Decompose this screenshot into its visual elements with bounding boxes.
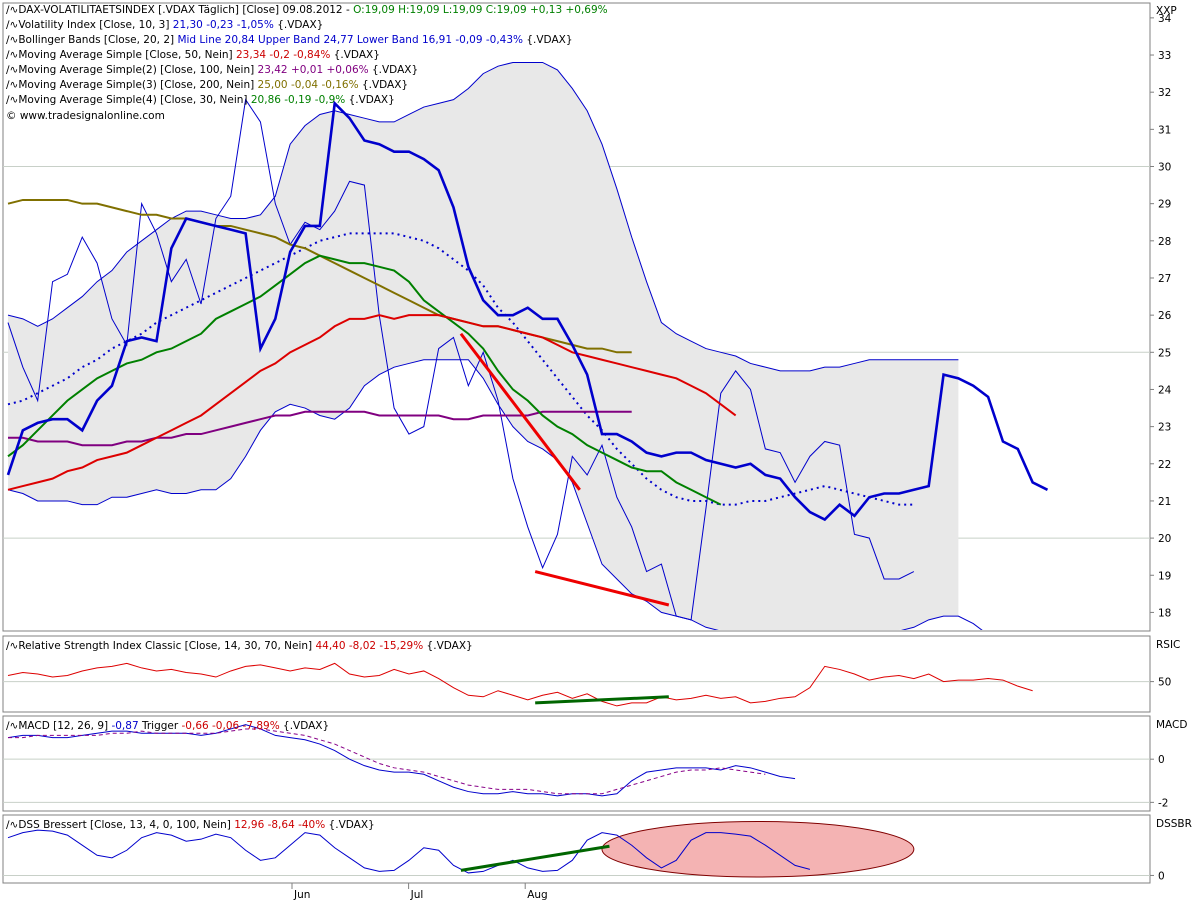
chart-svg: 1819202122232425262728293031323334500-20… xyxy=(0,0,1200,900)
macd-legend: ∕∿MACD [12, 26, 9] -0,87 Trigger -0,66 -… xyxy=(6,720,329,732)
tick-label: 25 xyxy=(1158,347,1171,359)
tick-label: 23 xyxy=(1158,422,1171,434)
legend-header-ohlc: O:19,09 H:19,09 L:19,09 C:19,09 +0,13 +0… xyxy=(353,4,608,16)
tick-label: 32 xyxy=(1158,87,1171,99)
legend-value: 21,30 -0,23 -1,05% xyxy=(173,19,274,31)
x-axis: Jun Jul Aug xyxy=(3,883,1150,900)
dss-legend-value: 12,96 -8,64 -40% xyxy=(234,819,325,831)
x-tick-label: Jul xyxy=(410,889,424,900)
legend-value: Mid Line 20,84 Upper Band 24,77 Lower Ba… xyxy=(177,34,523,46)
tick-label: 30 xyxy=(1158,162,1171,174)
dss-legend: ∕∿DSS Bressert [Close, 13, 4, 0, 100, Ne… xyxy=(6,819,375,831)
legend-suffix: {.VDAX} xyxy=(523,34,573,46)
legend-row: ∕∿Moving Average Simple(3) [Close, 200, … xyxy=(6,79,408,91)
tick-label: 22 xyxy=(1158,459,1171,471)
tick-label: 24 xyxy=(1158,384,1172,396)
legend-label: Moving Average Simple(2) [Close, 100, Ne… xyxy=(18,64,257,76)
tick-label: 21 xyxy=(1158,496,1171,508)
legend-label: Volatility Index [Close, 10, 3] xyxy=(18,19,172,31)
rsi-legend-value: 44,40 -8,02 -15,29% xyxy=(315,640,423,652)
tick-label: 50 xyxy=(1158,677,1171,689)
macd-legend-suffix: {.VDAX} xyxy=(280,720,330,732)
macd-legend-label: MACD [12, 26, 9] xyxy=(18,720,111,732)
legend-suffix: {.VDAX} xyxy=(274,19,324,31)
x-tick-label: Jun xyxy=(293,889,310,900)
legend-value: 23,42 +0,01 +0,06% xyxy=(258,64,369,76)
tick-label: 28 xyxy=(1158,236,1171,248)
legend-label: Moving Average Simple(4) [Close, 30, Nei… xyxy=(18,94,251,106)
highlight-ellipse xyxy=(602,822,914,877)
dss-panel-label: DSSBR xyxy=(1156,818,1192,830)
tick-label: -2 xyxy=(1158,797,1168,809)
tick-label: 18 xyxy=(1158,607,1171,619)
legend-label: Moving Average Simple(3) [Close, 200, Ne… xyxy=(18,79,257,91)
rsi-legend: ∕∿Relative Strength Index Classic [Close… xyxy=(6,640,473,652)
legend-value: 25,00 -0,04 -0,16% xyxy=(258,79,359,91)
price-panel-label: XXP xyxy=(1156,5,1177,17)
legend-icon: ∕∿ xyxy=(6,19,18,31)
legend-value: 23,34 -0,2 -0,84% xyxy=(236,49,330,61)
rsi-legend-suffix: {.VDAX} xyxy=(423,640,473,652)
legend-row: ∕∿Moving Average Simple [Close, 50, Nein… xyxy=(6,49,380,61)
tick-label: 0 xyxy=(1158,754,1165,766)
legend-suffix: {.VDAX} xyxy=(345,94,395,106)
macd-legend-value: -0,87 xyxy=(111,720,138,732)
legend-icon: ∕∿ xyxy=(6,720,18,732)
legend-suffix: {.VDAX} xyxy=(369,64,419,76)
dss-legend-suffix: {.VDAX} xyxy=(325,819,375,831)
legend-icon: ∕∿ xyxy=(6,34,18,46)
legend-suffix: {.VDAX} xyxy=(330,49,380,61)
axis-ticks: 1819202122232425262728293031323334500-20 xyxy=(1150,13,1172,883)
legend-header-prefix: DAX-VOLATILITAETSINDEX [.VDAX Täglich] [… xyxy=(18,4,353,16)
macd-panel-label: MACD xyxy=(1156,719,1187,731)
dss-legend-label: DSS Bressert [Close, 13, 4, 0, 100, Nein… xyxy=(18,819,234,831)
legend-suffix: {.VDAX} xyxy=(359,79,409,91)
tick-label: 0 xyxy=(1158,870,1165,882)
rsi-panel-label: RSIC xyxy=(1156,639,1180,651)
tick-label: 19 xyxy=(1158,570,1171,582)
legend-icon: ∕∿ xyxy=(6,64,18,76)
tick-label: 29 xyxy=(1158,199,1171,211)
tick-label: 20 xyxy=(1158,533,1171,545)
legend-row: ∕∿Bollinger Bands [Close, 20, 2] Mid Lin… xyxy=(6,34,573,46)
copyright: © www.tradesignalonline.com xyxy=(6,110,165,122)
tick-label: 31 xyxy=(1158,124,1171,136)
tick-label: 26 xyxy=(1158,310,1172,322)
legend-icon: ∕∿ xyxy=(6,79,18,91)
tick-label: 33 xyxy=(1158,50,1171,62)
x-tick-label: Aug xyxy=(527,889,548,900)
legend-icon: ∕∿ xyxy=(6,4,18,16)
legend-icon: ∕∿ xyxy=(6,819,18,831)
legend-row: ∕∿Volatility Index [Close, 10, 3] 21,30 … xyxy=(6,19,323,31)
macd-legend-value2: -0,66 -0,06 -7,89% xyxy=(182,720,280,732)
legend-header: ∕∿DAX-VOLATILITAETSINDEX [.VDAX Täglich]… xyxy=(6,4,608,16)
tick-label: 27 xyxy=(1158,273,1171,285)
legend-label: Bollinger Bands [Close, 20, 2] xyxy=(18,34,177,46)
legend-value: 20,86 -0,19 -0,9% xyxy=(251,94,345,106)
legend-icon: ∕∿ xyxy=(6,94,18,106)
rsi-legend-label: Relative Strength Index Classic [Close, … xyxy=(18,640,315,652)
legend-icon: ∕∿ xyxy=(6,49,18,61)
legend-label: Moving Average Simple [Close, 50, Nein] xyxy=(18,49,236,61)
macd-legend-mid: Trigger xyxy=(139,720,182,732)
legend-row: ∕∿Moving Average Simple(4) [Close, 30, N… xyxy=(6,94,395,106)
legend-icon: ∕∿ xyxy=(6,640,18,652)
legend-row: ∕∿Moving Average Simple(2) [Close, 100, … xyxy=(6,64,418,76)
